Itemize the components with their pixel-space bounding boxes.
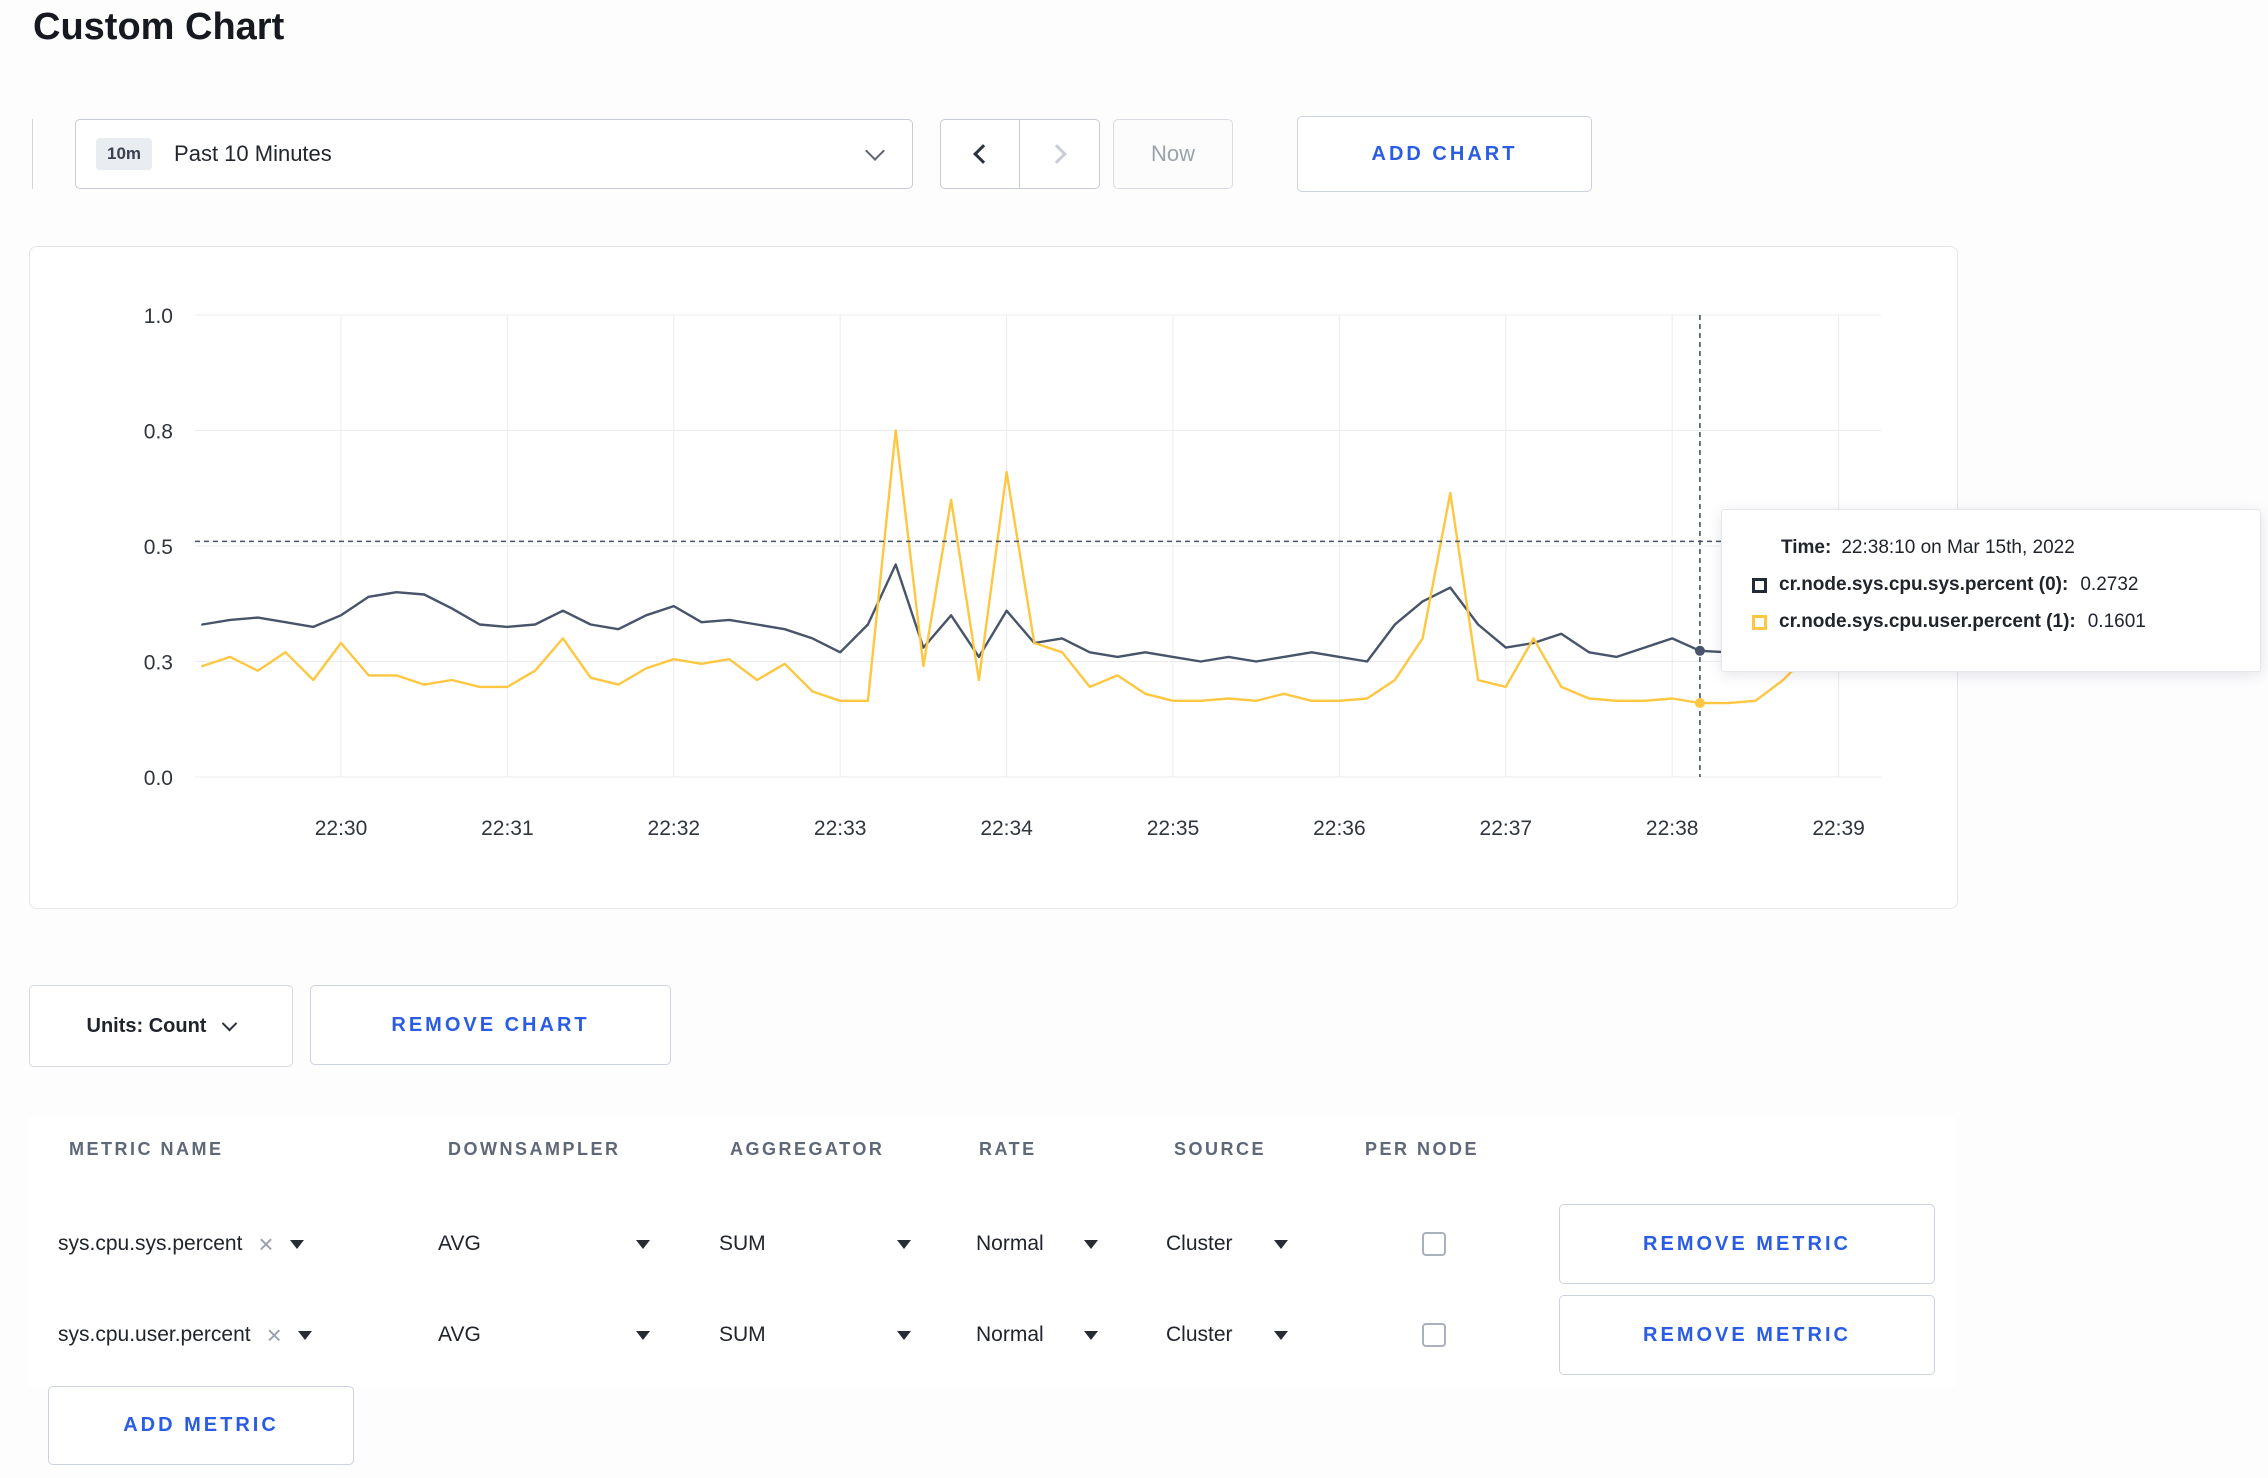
time-range-badge: 10m xyxy=(96,138,153,170)
caret-down-icon xyxy=(897,1239,911,1249)
source-select[interactable]: Cluster xyxy=(1166,1323,1288,1347)
tooltip-series-value: 0.2732 xyxy=(2080,574,2139,595)
svg-text:22:32: 22:32 xyxy=(648,817,701,840)
remove-metric-button[interactable]: REMOVE METRIC xyxy=(1559,1204,1935,1284)
prev-time-button[interactable] xyxy=(940,119,1020,189)
time-nav-group xyxy=(940,119,1100,189)
caret-down-icon xyxy=(1084,1330,1098,1340)
tooltip-series-name: cr.node.sys.cpu.user.percent (1): xyxy=(1779,611,2076,632)
custom-chart-page: Custom Chart 10m Past 10 Minutes Now ADD… xyxy=(0,0,2268,1478)
svg-text:22:34: 22:34 xyxy=(980,817,1033,840)
tooltip-series-value: 0.1601 xyxy=(2087,611,2146,632)
source-select[interactable]: Cluster xyxy=(1166,1232,1288,1256)
metric-name-select[interactable]: sys.cpu.user.percent × xyxy=(58,1322,312,1348)
svg-text:22:33: 22:33 xyxy=(814,817,867,840)
column-header-aggregator: AGGREGATOR xyxy=(730,1139,885,1159)
units-select[interactable]: Units: Count xyxy=(29,985,293,1067)
svg-text:22:38: 22:38 xyxy=(1646,817,1699,840)
source-value: Cluster xyxy=(1166,1232,1233,1255)
toolbar-divider xyxy=(32,119,33,189)
svg-text:0.3: 0.3 xyxy=(144,652,173,675)
per-node-checkbox[interactable] xyxy=(1422,1323,1446,1347)
svg-text:22:39: 22:39 xyxy=(1812,817,1865,840)
svg-text:22:31: 22:31 xyxy=(481,817,534,840)
units-select-label: Units: Count xyxy=(86,1014,207,1037)
chevron-right-icon xyxy=(1047,144,1067,164)
tooltip-series-name: cr.node.sys.cpu.sys.percent (0): xyxy=(1779,574,2069,595)
svg-text:22:36: 22:36 xyxy=(1313,817,1366,840)
column-header-metric-name: METRIC NAME xyxy=(69,1139,224,1159)
rate-value: Normal xyxy=(976,1232,1044,1255)
sys-series-swatch-icon xyxy=(1752,577,1767,593)
aggregator-select[interactable]: SUM xyxy=(719,1323,911,1347)
per-node-checkbox[interactable] xyxy=(1422,1232,1446,1256)
caret-down-icon xyxy=(289,1239,304,1249)
rate-value: Normal xyxy=(976,1323,1044,1346)
svg-text:22:30: 22:30 xyxy=(315,817,368,840)
column-header-source: SOURCE xyxy=(1174,1139,1267,1159)
aggregator-select[interactable]: SUM xyxy=(719,1232,911,1256)
time-range-label: Past 10 Minutes xyxy=(174,141,332,166)
aggregator-value: SUM xyxy=(719,1232,766,1255)
page-title: Custom Chart xyxy=(33,6,285,48)
caret-down-icon xyxy=(297,1330,312,1340)
downsampler-select[interactable]: AVG xyxy=(438,1323,650,1347)
column-header-per-node: PER NODE xyxy=(1365,1139,1480,1159)
metric-name-label: sys.cpu.user.percent xyxy=(58,1323,251,1346)
svg-text:22:37: 22:37 xyxy=(1480,817,1533,840)
user-series-swatch-icon xyxy=(1752,614,1767,630)
tooltip-series-row: cr.node.sys.cpu.sys.percent (0): 0.2732 xyxy=(1752,574,2236,596)
metrics-table: METRIC NAME DOWNSAMPLER AGGREGATOR RATE … xyxy=(29,1115,1956,1387)
tooltip-series-row: cr.node.sys.cpu.user.percent (1): 0.1601 xyxy=(1752,611,2236,633)
metric-name-label: sys.cpu.sys.percent xyxy=(58,1232,243,1255)
tooltip-time-value: 22:38:10 on Mar 15th, 2022 xyxy=(1841,537,2075,558)
chevron-down-icon xyxy=(222,1015,238,1031)
downsampler-value: AVG xyxy=(438,1232,481,1255)
caret-down-icon xyxy=(1274,1239,1288,1249)
add-chart-button[interactable]: ADD CHART xyxy=(1297,116,1592,192)
now-button[interactable]: Now xyxy=(1113,119,1233,189)
rate-select[interactable]: Normal xyxy=(976,1323,1098,1347)
caret-down-icon xyxy=(636,1239,650,1249)
svg-text:0.8: 0.8 xyxy=(144,421,173,444)
aggregator-value: SUM xyxy=(719,1323,766,1346)
chevron-down-icon xyxy=(865,141,885,161)
column-header-rate: RATE xyxy=(979,1139,1037,1159)
source-value: Cluster xyxy=(1166,1323,1233,1346)
tooltip-time-row: Time: 22:38:10 on Mar 15th, 2022 xyxy=(1781,537,2236,559)
caret-down-icon xyxy=(897,1330,911,1340)
downsampler-value: AVG xyxy=(438,1323,481,1346)
remove-chart-button[interactable]: REMOVE CHART xyxy=(310,985,671,1065)
metrics-chart-svg[interactable]: 0.0 0.3 0.5 0.8 1.0 22:30 22:31 22:32 22:33 22:34… xyxy=(30,247,1957,908)
metric-row: sys.cpu.user.percent × AVG SUM Normal Cl… xyxy=(29,1295,1956,1375)
metric-name-select[interactable]: sys.cpu.sys.percent × xyxy=(58,1231,304,1257)
time-range-select[interactable]: 10m Past 10 Minutes xyxy=(75,119,913,189)
next-time-button[interactable] xyxy=(1020,119,1100,189)
svg-text:1.0: 1.0 xyxy=(144,305,173,328)
tooltip-time-label: Time: xyxy=(1781,537,1832,558)
add-metric-button[interactable]: ADD METRIC xyxy=(48,1386,354,1465)
rate-select[interactable]: Normal xyxy=(976,1232,1098,1256)
remove-metric-button[interactable]: REMOVE METRIC xyxy=(1559,1295,1935,1375)
clear-metric-icon[interactable]: × xyxy=(267,1322,282,1348)
svg-text:0.5: 0.5 xyxy=(144,536,173,559)
caret-down-icon xyxy=(1274,1330,1288,1340)
downsampler-select[interactable]: AVG xyxy=(438,1232,650,1256)
svg-text:22:35: 22:35 xyxy=(1147,817,1200,840)
svg-text:0.0: 0.0 xyxy=(144,767,173,790)
chevron-left-icon xyxy=(972,144,993,164)
caret-down-icon xyxy=(1084,1239,1098,1249)
column-header-downsampler: DOWNSAMPLER xyxy=(448,1139,621,1159)
clear-metric-icon[interactable]: × xyxy=(258,1231,273,1257)
caret-down-icon xyxy=(636,1330,650,1340)
chart-card: 0.0 0.3 0.5 0.8 1.0 22:30 22:31 22:32 22:33 22:34… xyxy=(29,246,1958,909)
chart-tooltip: Time: 22:38:10 on Mar 15th, 2022 cr.node.… xyxy=(1721,509,2261,672)
metric-row: sys.cpu.sys.percent × AVG SUM Normal Clu… xyxy=(29,1204,1956,1284)
